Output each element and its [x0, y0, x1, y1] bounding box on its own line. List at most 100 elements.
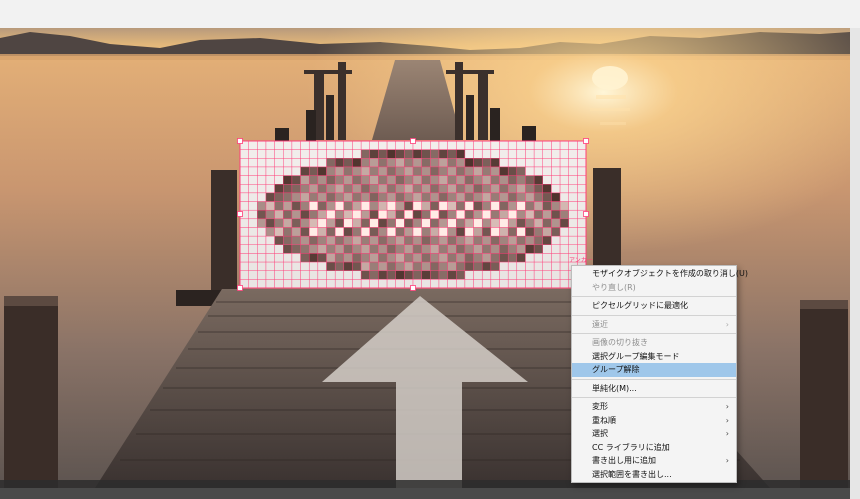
mosaic-tile — [317, 209, 327, 220]
mosaic-object[interactable] — [239, 140, 587, 289]
menu-separator — [572, 314, 736, 316]
mosaic-tile — [239, 192, 249, 202]
mosaic-tile — [412, 253, 422, 263]
mosaic-tile — [395, 253, 405, 263]
menu-item-label: ピクセルグリッドに最適化 — [592, 301, 688, 310]
mosaic-tile — [352, 166, 362, 176]
mosaic-tile — [473, 218, 483, 228]
submenu-chevron-icon: › — [725, 415, 729, 425]
menu-item-isolate-group[interactable]: 選択グループ編集モード — [572, 350, 736, 364]
mosaic-tile — [516, 235, 526, 246]
mosaic-tile — [438, 227, 448, 237]
mosaic-tile — [248, 227, 258, 237]
mosaic-tile — [360, 209, 371, 220]
mosaic-tile — [386, 149, 397, 159]
mosaic-tile — [248, 261, 258, 272]
mosaic-tile — [490, 209, 500, 220]
mosaic-tile — [551, 270, 561, 280]
mosaic-tile — [352, 158, 362, 168]
mosaic-tile — [248, 244, 258, 254]
mosaic-tile — [490, 184, 500, 194]
mosaic-tile — [274, 175, 284, 185]
menu-separator — [572, 333, 736, 334]
mosaic-tile — [257, 192, 267, 202]
mosaic-tile — [421, 166, 431, 176]
mosaic-tile — [343, 140, 353, 150]
mosaic-tile — [551, 244, 561, 254]
mosaic-tile — [395, 158, 405, 168]
mosaic-tile — [283, 209, 293, 220]
mosaic-tile — [499, 140, 509, 150]
mosaic-tile — [447, 158, 457, 168]
menu-item-export-selection[interactable]: 選択範囲を書き出し... — [572, 468, 736, 482]
mosaic-tile — [430, 227, 440, 237]
mosaic-tile — [525, 149, 535, 159]
menu-item-pixel-grid[interactable]: ピクセルグリッドに最適化 — [572, 299, 736, 313]
mosaic-tile — [352, 201, 362, 211]
menu-item-select[interactable]: 選択 › — [572, 427, 736, 441]
mosaic-tile — [499, 227, 509, 237]
mosaic-tile — [577, 166, 587, 176]
mosaic-tile — [421, 201, 431, 211]
menu-item-undo-mosaic[interactable]: モザイクオブジェクトを作成の取り消し(U) — [572, 267, 748, 281]
mosaic-tile — [317, 244, 327, 254]
mosaic-tile — [490, 166, 500, 176]
mosaic-tile — [334, 175, 345, 185]
mosaic-tile — [430, 166, 440, 176]
mosaic-tile — [300, 227, 310, 237]
mosaic-tile — [248, 149, 258, 159]
mosaic-tile — [430, 244, 440, 254]
mosaic-tile — [257, 175, 267, 185]
submenu-chevron-icon: › — [725, 402, 729, 411]
mosaic-tile — [412, 166, 422, 176]
mosaic-tile — [404, 209, 414, 220]
menu-item-add-export[interactable]: 書き出し用に追加 › — [572, 454, 736, 468]
mosaic-tile — [317, 235, 327, 246]
mosaic-tile — [464, 140, 474, 150]
mosaic-tile — [421, 227, 431, 237]
mosaic-tile — [533, 166, 544, 176]
mosaic-tile — [464, 227, 474, 237]
mosaic-tile — [412, 209, 422, 220]
mosaic-tile — [283, 140, 293, 150]
mosaic-tile — [386, 201, 397, 211]
mosaic-tile — [300, 244, 310, 254]
mosaic-tile — [239, 184, 249, 194]
mosaic-tile — [283, 244, 293, 254]
mosaic-tile — [438, 209, 448, 220]
mosaic-tile — [525, 235, 535, 246]
menu-item-simplify[interactable]: 単純化(M)... — [572, 382, 736, 396]
mosaic-tile — [369, 253, 379, 263]
mosaic-tile — [386, 253, 397, 263]
mosaic-tile — [283, 279, 293, 289]
mosaic-tile — [438, 140, 448, 150]
mosaic-tile — [360, 261, 371, 272]
mosaic-tile — [395, 244, 405, 254]
menu-item-add-cc-library[interactable]: CC ライブラリに追加 — [572, 441, 736, 455]
menu-item-transform[interactable]: 変形 › — [572, 400, 736, 414]
mosaic-tile — [257, 201, 267, 211]
mosaic-tile — [265, 253, 275, 263]
mosaic-tile — [525, 175, 535, 185]
menu-item-arrange[interactable]: 重ね順 › — [572, 414, 736, 428]
mosaic-tile — [248, 235, 258, 246]
mosaic-tile — [456, 184, 466, 194]
mosaic-tile — [317, 270, 327, 280]
mosaic-tile — [516, 279, 526, 289]
mosaic-tile — [481, 158, 492, 168]
mosaic-tile — [447, 261, 457, 272]
mosaic-tile — [308, 201, 319, 211]
mosaic-tile — [559, 201, 570, 211]
mosaic-tile — [326, 235, 336, 246]
mosaic-tile — [447, 184, 457, 194]
mosaic-tile — [395, 166, 405, 176]
mosaic-tile — [507, 166, 518, 176]
mosaic-tile — [473, 244, 483, 254]
mosaic-tile — [274, 184, 284, 194]
menu-item-ungroup[interactable]: グループ解除 — [572, 363, 736, 377]
mosaic-tile — [516, 149, 526, 159]
mosaic-tile — [551, 201, 561, 211]
mosaic-tile — [283, 166, 293, 176]
mosaic-tile — [559, 175, 570, 185]
mosaic-tile — [352, 184, 362, 194]
